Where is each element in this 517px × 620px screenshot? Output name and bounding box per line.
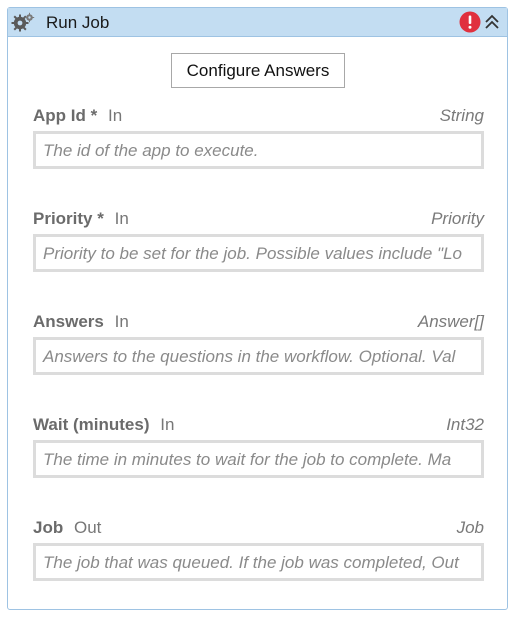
field-type: Int32 bbox=[446, 415, 484, 434]
field-label: Wait (minutes) In bbox=[33, 415, 174, 435]
field-label: App Id * In bbox=[33, 106, 122, 126]
input-placeholder: The job that was queued. If the job was … bbox=[43, 553, 459, 572]
answers-input[interactable]: Answers to the questions in the workflow… bbox=[33, 337, 484, 375]
chevron-double-up-icon[interactable] bbox=[482, 12, 502, 32]
field-type: Answer[] bbox=[417, 312, 484, 331]
input-placeholder: The time in minutes to wait for the job … bbox=[43, 450, 452, 469]
field-direction: In bbox=[114, 209, 129, 228]
activity-titlebar[interactable]: Run Job bbox=[8, 8, 507, 37]
required-marker: * bbox=[97, 209, 104, 228]
input-placeholder: The id of the app to execute. bbox=[43, 141, 259, 160]
field-name: Wait (minutes) bbox=[33, 415, 150, 434]
field-direction: Out bbox=[73, 518, 102, 537]
configure-answers-button[interactable]: Configure Answers bbox=[171, 53, 345, 88]
field-type: String bbox=[439, 106, 484, 125]
field-name: Answers bbox=[33, 312, 104, 331]
field-type: Priority bbox=[431, 209, 484, 228]
field-name: App Id bbox=[33, 106, 86, 125]
field-label: Job Out bbox=[33, 518, 101, 538]
field-direction: In bbox=[107, 106, 123, 125]
field-label: Priority * In bbox=[33, 209, 129, 229]
run-job-activity[interactable]: Run Job Configure Answers App Id * In St… bbox=[7, 7, 508, 610]
gear-icon bbox=[11, 12, 35, 32]
field-direction: In bbox=[160, 415, 175, 434]
field-direction: In bbox=[114, 312, 129, 331]
field-label: Answers In bbox=[33, 312, 129, 332]
wait-minutes-input[interactable]: The time in minutes to wait for the job … bbox=[33, 440, 484, 478]
field-name: Job bbox=[33, 518, 64, 537]
field-type: Job bbox=[456, 518, 484, 537]
activity-title: Run Job bbox=[46, 13, 110, 32]
app-id-input[interactable]: The id of the app to execute. bbox=[33, 131, 484, 169]
field-name: Priority bbox=[33, 209, 93, 228]
input-placeholder: Priority to be set for the job. Possible… bbox=[43, 244, 462, 263]
error-icon[interactable] bbox=[459, 11, 481, 33]
required-marker: * bbox=[90, 106, 98, 125]
job-output-input[interactable]: The job that was queued. If the job was … bbox=[33, 543, 484, 581]
priority-input[interactable]: Priority to be set for the job. Possible… bbox=[33, 234, 484, 272]
input-placeholder: Answers to the questions in the workflow… bbox=[43, 347, 456, 366]
